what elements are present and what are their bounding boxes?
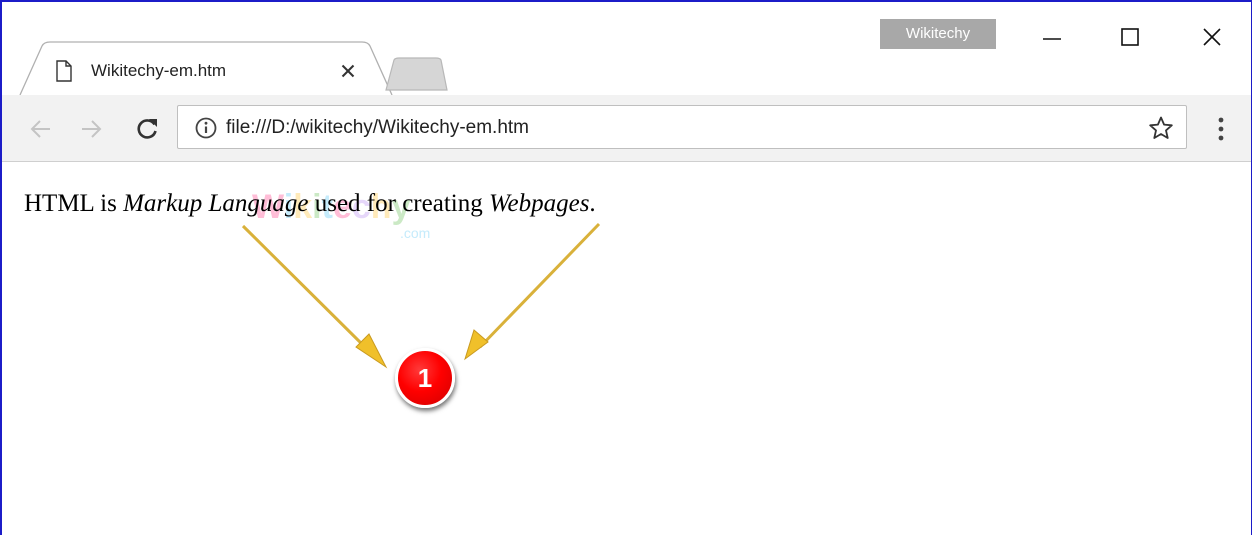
number-badge: 1 xyxy=(395,348,455,408)
forward-button[interactable] xyxy=(76,114,106,144)
info-icon[interactable] xyxy=(194,116,218,140)
maximize-icon xyxy=(1121,28,1139,46)
kebab-menu-icon xyxy=(1218,117,1224,141)
title-bar: Wikitechy Wikitechy-em.htm xyxy=(2,2,1251,96)
annotation-arrows xyxy=(241,222,601,369)
back-button[interactable] xyxy=(26,114,56,144)
document-icon xyxy=(56,60,72,82)
maximize-button[interactable] xyxy=(1110,22,1150,52)
address-bar[interactable]: file:///D:/wikitechy/Wikitechy-em.htm xyxy=(177,105,1187,149)
profile-badge[interactable]: Wikitechy xyxy=(880,19,996,49)
window-close-button[interactable] xyxy=(1192,22,1232,52)
reload-icon xyxy=(137,119,157,139)
browser-toolbar: file:///D:/wikitechy/Wikitechy-em.htm xyxy=(2,95,1251,162)
arrow-right xyxy=(464,222,601,361)
arrow-left-icon xyxy=(30,120,50,138)
close-icon xyxy=(341,64,355,78)
new-tab-button[interactable] xyxy=(380,56,450,92)
page-content: Wikitechy .com HTML is Markup Language u… xyxy=(2,162,1251,535)
close-icon xyxy=(1203,28,1221,46)
browser-window: Wikitechy Wikitechy-em.htm file:///D:/wi… xyxy=(0,0,1252,535)
minimize-icon xyxy=(1043,38,1061,40)
tab-close-button[interactable] xyxy=(335,58,361,84)
tab-title: Wikitechy-em.htm xyxy=(91,61,227,80)
url-text[interactable]: file:///D:/wikitechy/Wikitechy-em.htm xyxy=(226,117,529,139)
star-icon[interactable] xyxy=(1148,115,1174,141)
arrow-left xyxy=(241,224,388,369)
reload-button[interactable] xyxy=(132,114,162,144)
minimize-button[interactable] xyxy=(1032,22,1072,52)
arrow-right-icon xyxy=(82,120,102,138)
browser-menu-button[interactable] xyxy=(1208,114,1234,144)
